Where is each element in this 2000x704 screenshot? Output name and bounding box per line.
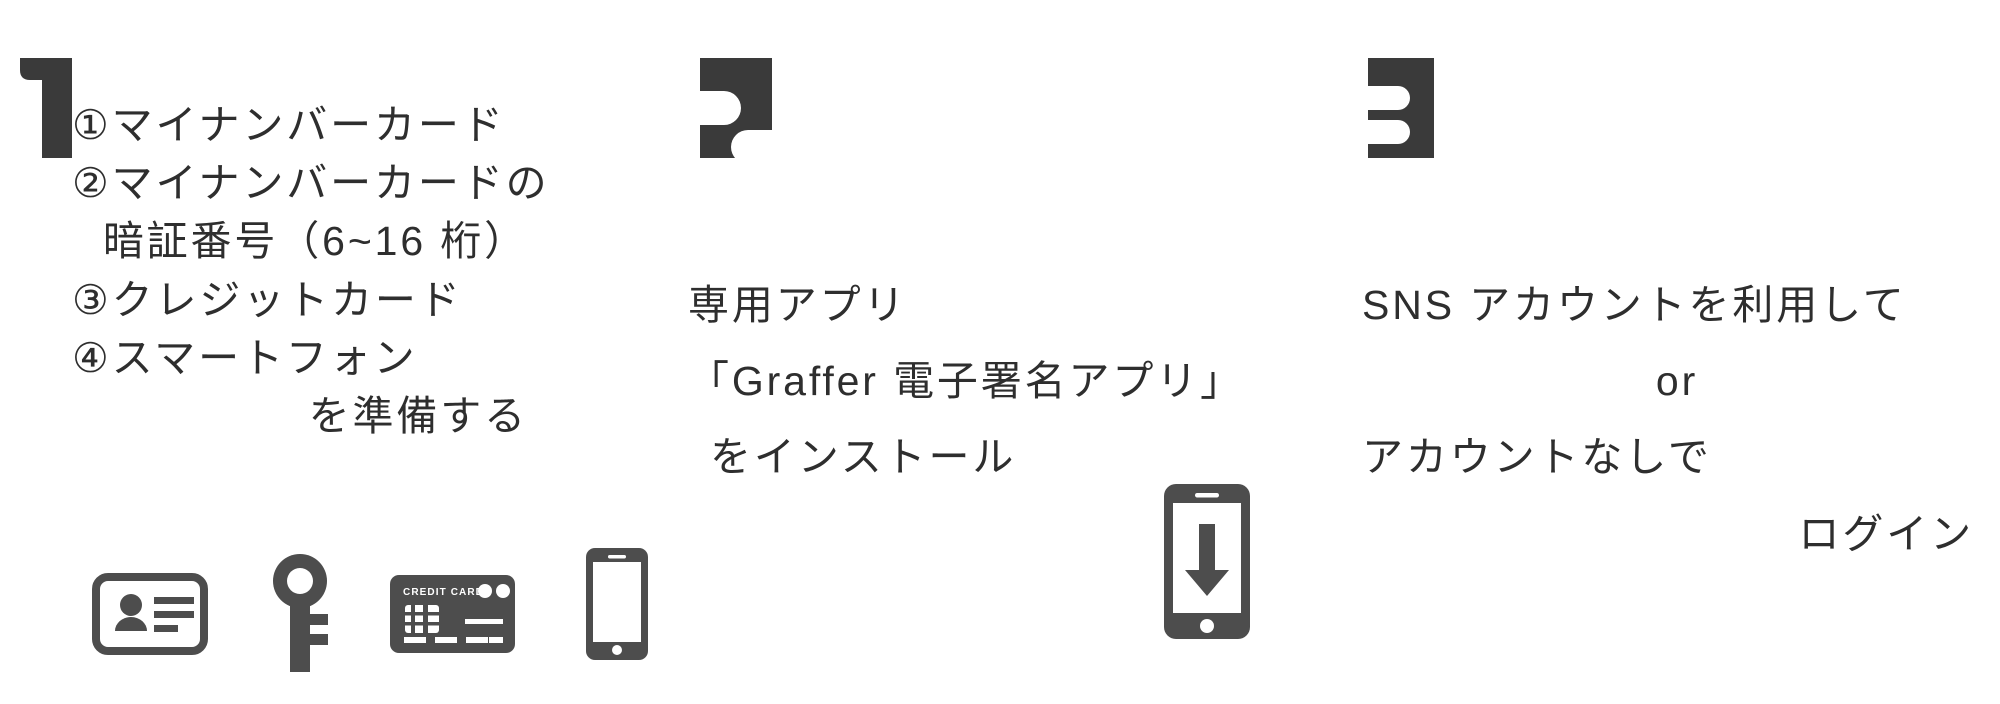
step-3-line-3: アカウントなしで (1362, 434, 1712, 481)
key-icon (272, 552, 332, 672)
step-1-line-4: ③クレジットカード (72, 276, 463, 323)
id-card-icon (92, 573, 208, 655)
step-1-line-6: を準備する (308, 393, 528, 440)
step-3-block-glyph (1368, 58, 1434, 158)
step-3-line-2: or (1655, 358, 1699, 405)
smartphone-icon (586, 548, 648, 660)
step-1-line-3: 暗証番号（6~16 桁） (102, 218, 528, 265)
step-2-line-3: をインストール (710, 434, 1017, 481)
step-3-line-1: SNS アカウントを利用して (1362, 282, 1907, 328)
step-3-text-block: SNS アカウントを利用して or アカウントなしで ログイン (1362, 276, 1992, 581)
step-1-line-5: ④スマートフォン (72, 334, 418, 381)
infographic-canvas: ①マイナンバーカード ②マイナンバーカードの 暗証番号（6~16 桁） ③クレジ… (0, 0, 2000, 704)
step-1-block-glyph (20, 58, 72, 158)
step-2-text-block: 専用アプリ 「Graffer 電子署名アプリ」 をインストール (688, 276, 1328, 505)
credit-card-icon: CREDIT CARD (390, 575, 515, 653)
step-2-line-2: 「Graffer 電子署名アプリ」 (688, 358, 1245, 405)
step-1-line-2: ②マイナンバーカードの (72, 160, 550, 207)
phone-download-icon (1164, 484, 1250, 639)
step-2-block-glyph (700, 58, 772, 158)
credit-card-face-text: CREDIT CARD (403, 587, 484, 598)
step-1-text-block: ①マイナンバーカード ②マイナンバーカードの 暗証番号（6~16 桁） ③クレジ… (72, 96, 550, 445)
step-2-line-1: 専用アプリ (688, 282, 908, 328)
step-3-line-4: ログイン (1798, 510, 1974, 557)
step-1-line-1: ①マイナンバーカード (72, 102, 506, 148)
